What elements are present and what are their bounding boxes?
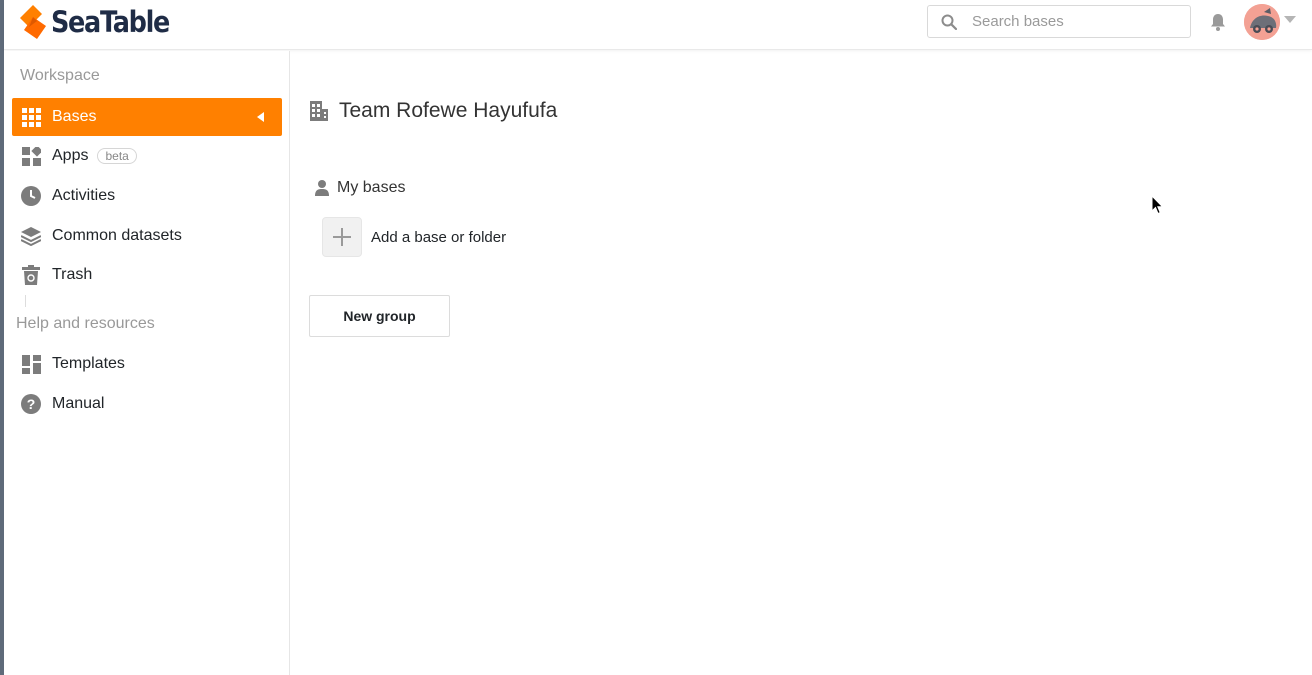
logo-text: SeaTable — [51, 5, 170, 39]
team-title: Team Rofewe Hayufufa — [339, 99, 558, 122]
beta-badge: beta — [97, 148, 137, 164]
seatable-logo[interactable]: SeaTable — [20, 4, 185, 40]
avatar[interactable] — [1244, 4, 1280, 40]
sidebar-item-common-datasets[interactable]: Common datasets — [12, 217, 282, 255]
add-tile[interactable] — [322, 217, 362, 257]
sidebar-item-label: Manual — [52, 395, 105, 412]
sidebar-item-manual[interactable]: ? Manual — [12, 385, 282, 423]
sidebar-item-templates[interactable]: Templates — [12, 345, 282, 383]
new-group-button[interactable]: New group — [309, 295, 450, 337]
top-header: SeaTable — [4, 0, 1312, 50]
workspace-section-title: Workspace — [20, 67, 100, 84]
grid-icon — [21, 107, 41, 127]
caret-left-icon — [257, 112, 264, 122]
avatar-image — [1244, 4, 1280, 40]
search-icon — [941, 14, 957, 30]
sidebar-item-label: Apps — [52, 147, 89, 164]
my-bases-header: My bases — [315, 179, 405, 197]
search-input[interactable] — [972, 13, 1172, 30]
add-base-label: Add a base or folder — [371, 228, 507, 246]
building-icon — [310, 101, 328, 121]
sidebar-item-trash[interactable]: Trash — [12, 256, 282, 294]
app-window: SeaTable Search bases Workspace Bases Ap… — [0, 0, 1312, 675]
svg-text:?: ? — [27, 396, 36, 412]
trash-icon — [21, 265, 41, 285]
sidebar-item-apps[interactable]: Apps beta — [12, 137, 282, 175]
sidebar-item-label: Trash — [52, 266, 93, 283]
question-icon: ? — [21, 394, 41, 414]
clock-icon — [21, 186, 41, 206]
add-base-button[interactable]: Add a base or folder — [322, 217, 506, 257]
tree-line — [25, 295, 26, 307]
mouse-cursor-icon — [1151, 195, 1164, 215]
user-icon — [315, 180, 329, 196]
sidebar-item-label: Bases — [52, 108, 97, 125]
templates-icon — [21, 354, 41, 374]
sidebar-item-label: Templates — [52, 355, 125, 372]
layers-icon — [21, 226, 41, 246]
apps-icon — [21, 146, 41, 166]
bell-icon[interactable] — [1208, 12, 1228, 32]
sidebar-item-label: Common datasets — [52, 227, 182, 244]
sidebar-item-activities[interactable]: Activities — [12, 177, 282, 215]
chevron-down-icon[interactable] — [1284, 16, 1296, 24]
sidebar-item-bases[interactable]: Bases — [12, 98, 282, 136]
main-content: Team Rofewe Hayufufa My bases Add a base… — [291, 51, 1312, 675]
team-header: Team Rofewe Hayufufa — [309, 99, 557, 123]
my-bases-title: My bases — [337, 179, 406, 196]
seatable-logo-icon — [20, 5, 46, 39]
sidebar: Workspace Bases Apps beta Activities Com… — [4, 51, 290, 675]
sidebar-item-label: Activities — [52, 187, 116, 204]
help-section-title: Help and resources — [16, 315, 155, 332]
plus-icon — [333, 228, 351, 246]
search-box[interactable] — [927, 5, 1191, 38]
